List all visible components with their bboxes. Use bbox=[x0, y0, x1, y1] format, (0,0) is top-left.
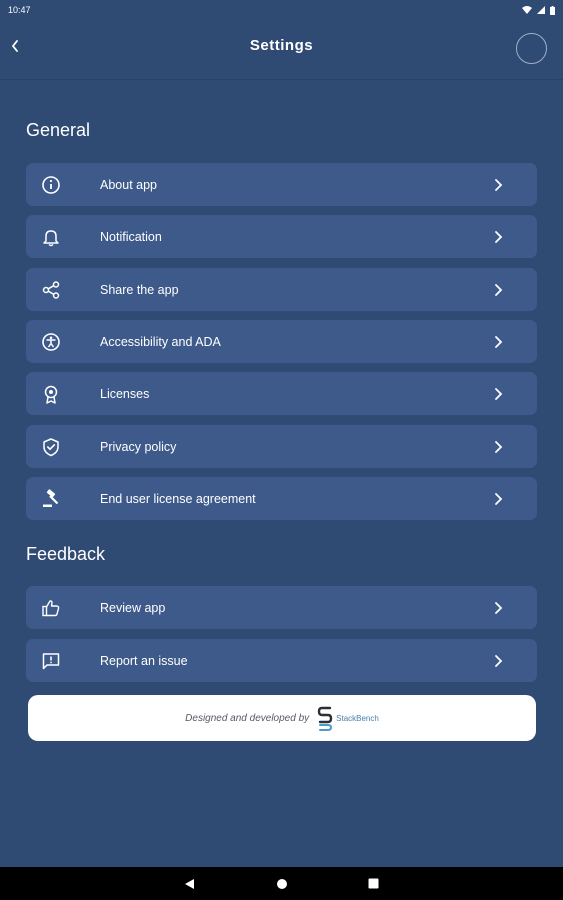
settings-item-accessibility[interactable]: Accessibility and ADA bbox=[26, 320, 537, 363]
settings-item-label: End user license agreement bbox=[100, 491, 256, 506]
nav-recents-button[interactable] bbox=[367, 877, 381, 891]
settings-item-label: Share the app bbox=[100, 282, 179, 297]
settings-item-label: Report an issue bbox=[100, 653, 188, 668]
status-icons bbox=[522, 5, 555, 15]
thumbs-up-icon bbox=[40, 597, 61, 618]
nav-home-button[interactable] bbox=[275, 877, 289, 891]
section-title-general: General bbox=[26, 120, 91, 140]
chevron-right-icon bbox=[495, 655, 503, 667]
status-bar: 10:47 bbox=[0, 0, 563, 20]
square-recents-icon bbox=[368, 878, 379, 889]
chevron-right-icon bbox=[495, 179, 503, 191]
settings-item-privacy-policy[interactable]: Privacy policy bbox=[26, 425, 537, 468]
app-bar: Settings bbox=[0, 20, 563, 80]
triangle-back-icon bbox=[185, 878, 194, 889]
page-title: Settings bbox=[249, 37, 314, 54]
credit-text: Designed and developed by bbox=[185, 712, 310, 724]
brand-logo: StackBench bbox=[317, 705, 379, 731]
chevron-right-icon bbox=[495, 231, 503, 243]
chevron-right-icon bbox=[495, 493, 503, 505]
accessibility-icon bbox=[40, 331, 61, 352]
settings-item-label: Licenses bbox=[100, 386, 150, 401]
settings-item-notification[interactable]: Notification bbox=[26, 215, 537, 258]
wifi-icon bbox=[522, 6, 532, 14]
shield-check-icon bbox=[40, 436, 61, 457]
settings-item-label: Privacy policy bbox=[100, 439, 177, 454]
chevron-right-icon bbox=[495, 284, 503, 296]
nav-back-button[interactable] bbox=[183, 877, 197, 891]
settings-item-label: Notification bbox=[100, 229, 162, 244]
chevron-right-icon bbox=[495, 388, 503, 400]
brand-name: StackBench bbox=[336, 713, 379, 723]
settings-item-label: Review app bbox=[100, 600, 166, 615]
developer-credit-card[interactable]: Designed and developed by StackBench bbox=[28, 695, 536, 741]
bell-icon bbox=[40, 226, 61, 247]
battery-icon bbox=[550, 5, 555, 15]
section-title-feedback: Feedback bbox=[26, 544, 106, 564]
status-time: 10:47 bbox=[8, 5, 31, 15]
settings-item-label: Accessibility and ADA bbox=[100, 334, 221, 349]
settings-item-licenses[interactable]: Licenses bbox=[26, 372, 537, 415]
settings-item-report-issue[interactable]: Report an issue bbox=[26, 639, 537, 682]
chevron-right-icon bbox=[495, 441, 503, 453]
settings-item-eula[interactable]: End user license agreement bbox=[26, 477, 537, 520]
settings-item-review-app[interactable]: Review app bbox=[26, 586, 537, 629]
chevron-right-icon bbox=[495, 336, 503, 348]
signal-icon bbox=[537, 6, 545, 14]
chevron-right-icon bbox=[495, 602, 503, 614]
feedback-icon bbox=[40, 650, 61, 671]
badge-icon bbox=[40, 383, 61, 404]
share-icon bbox=[40, 279, 61, 300]
settings-item-about-app[interactable]: About app bbox=[26, 163, 537, 206]
info-icon bbox=[40, 174, 61, 195]
gavel-icon bbox=[40, 488, 61, 509]
profile-avatar-button[interactable] bbox=[516, 33, 547, 64]
stackbench-logo-icon bbox=[317, 706, 333, 731]
system-navigation-bar bbox=[0, 867, 563, 900]
settings-item-label: About app bbox=[100, 177, 157, 192]
settings-item-share-the-app[interactable]: Share the app bbox=[26, 268, 537, 311]
circle-home-icon bbox=[276, 878, 287, 889]
